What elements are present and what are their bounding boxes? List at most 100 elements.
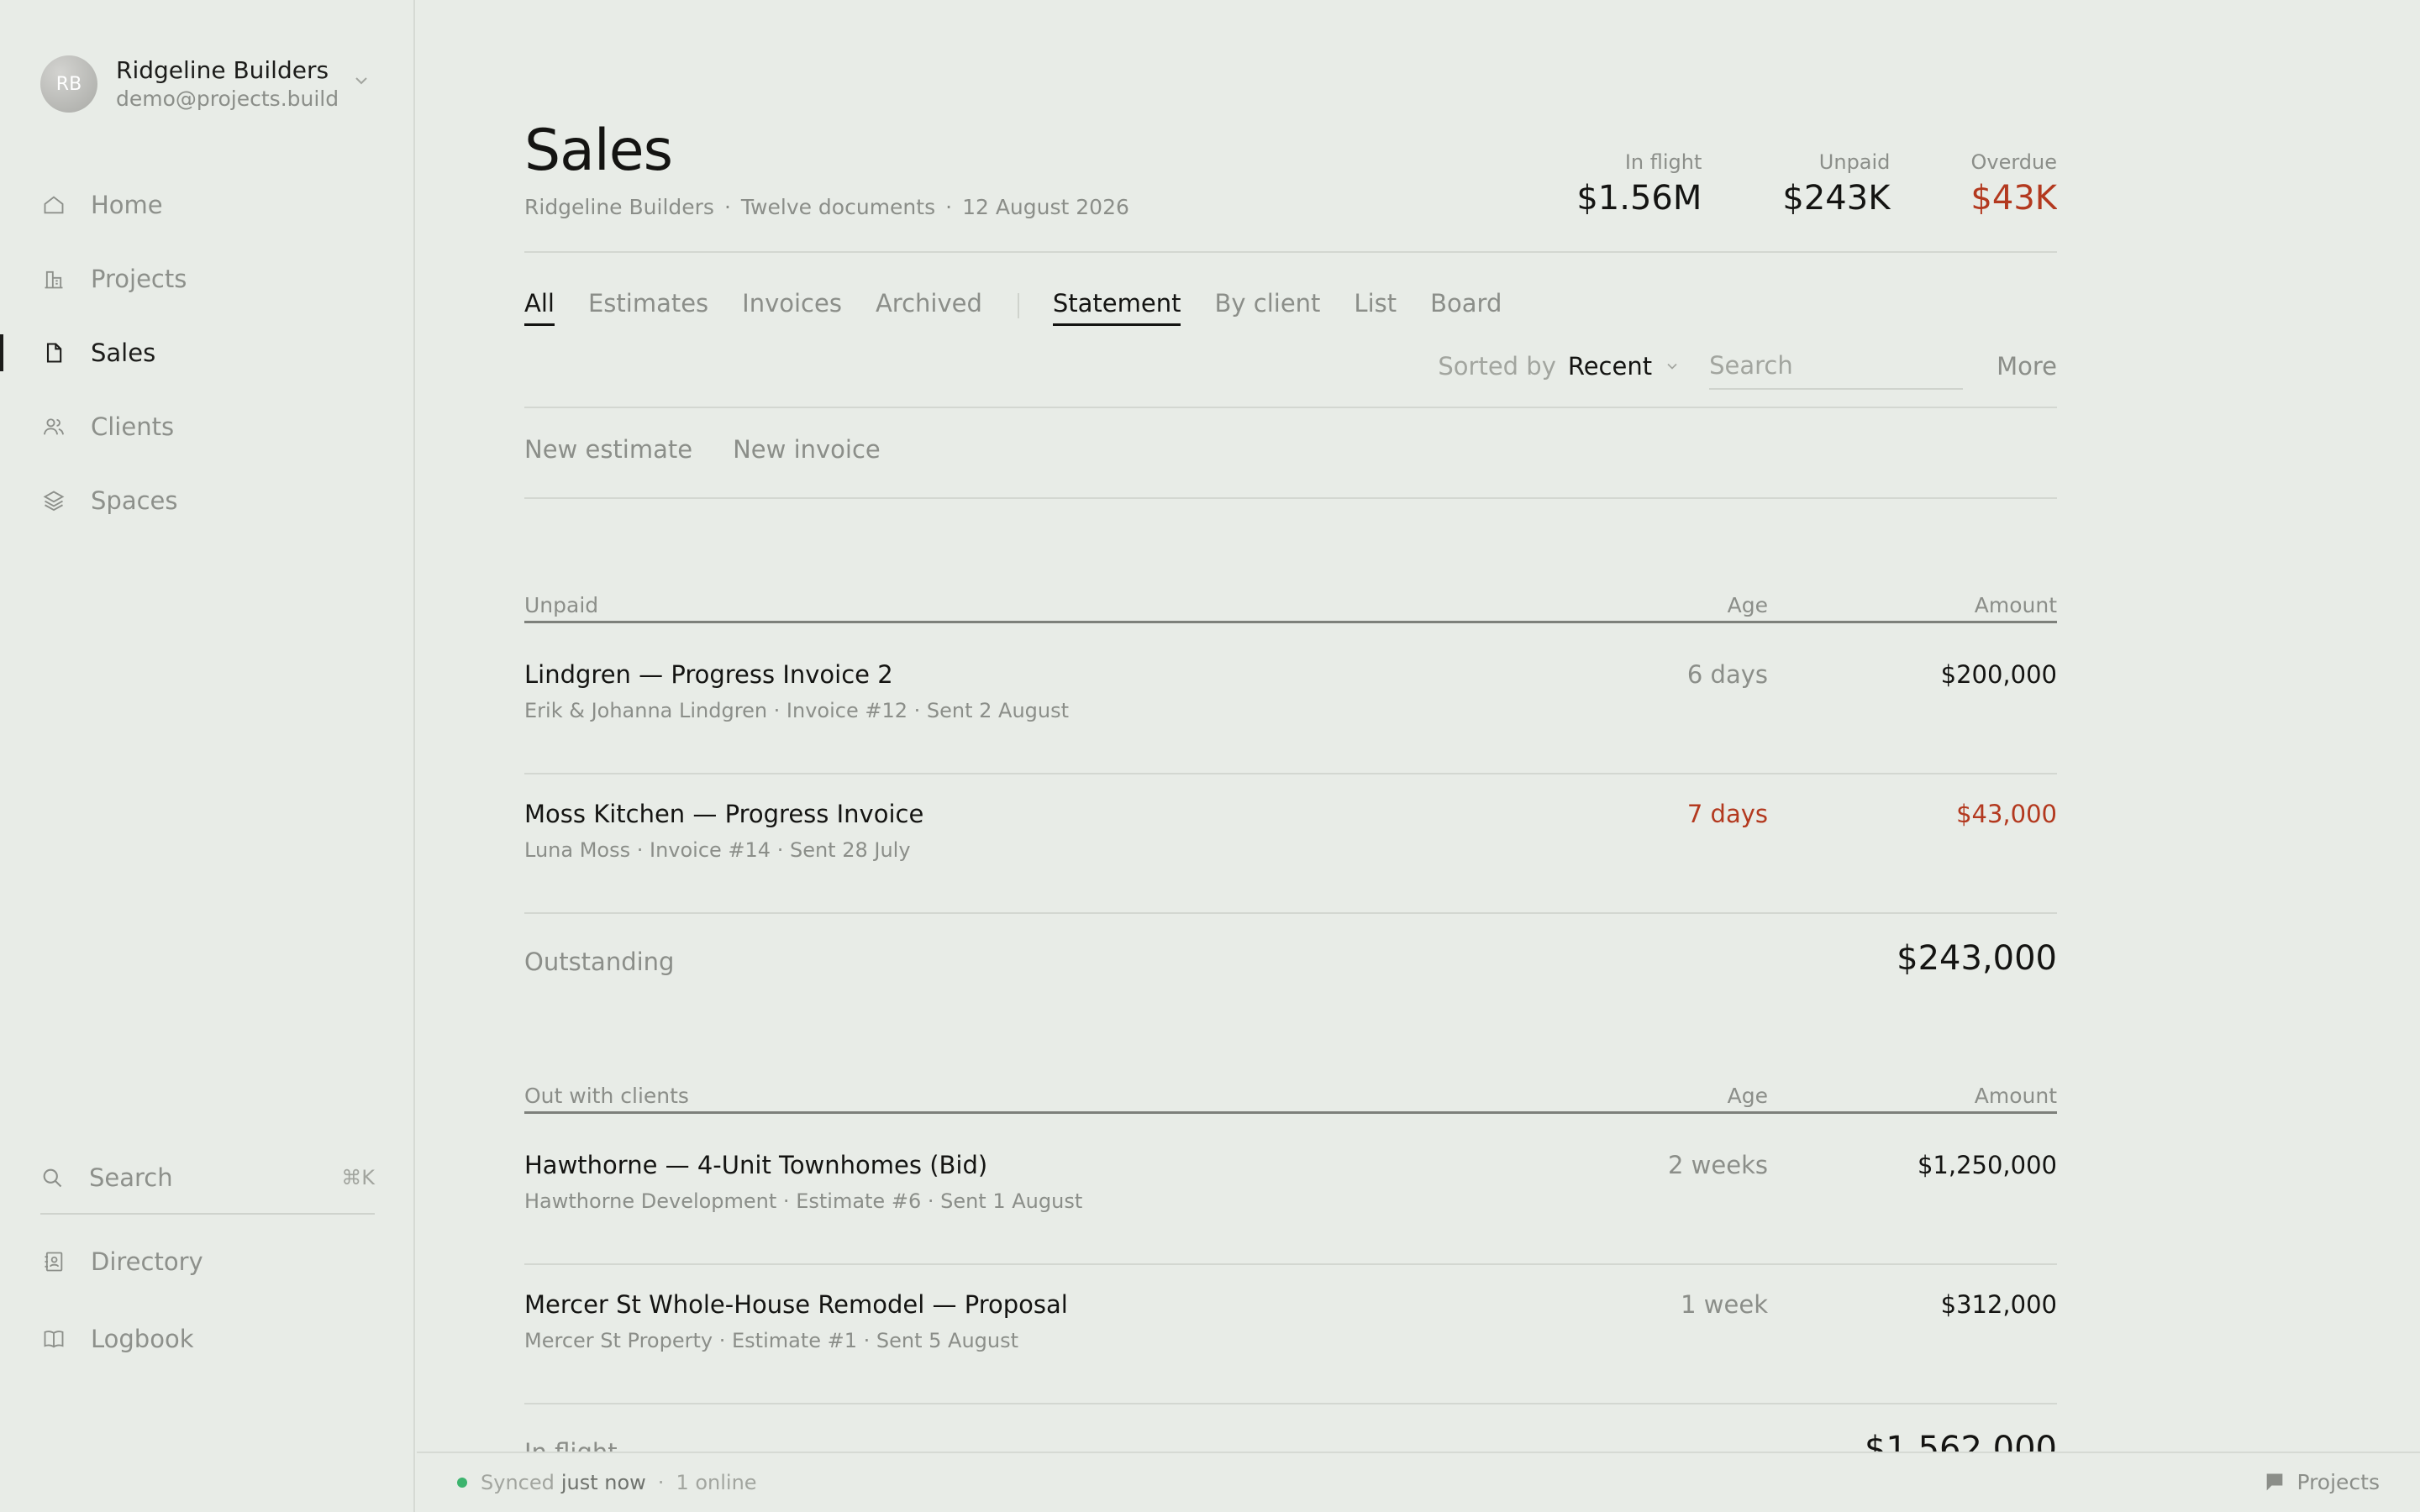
sidebar-item-home[interactable]: Home: [0, 168, 413, 242]
sidebar-item-spaces[interactable]: Spaces: [0, 464, 413, 538]
row-amount: $200,000: [1940, 660, 2057, 689]
tab-invoices[interactable]: Invoices: [742, 289, 842, 323]
sync-status-dot: [457, 1478, 467, 1488]
table-row[interactable]: Moss Kitchen — Progress Invoice Luna Mos…: [524, 774, 2057, 914]
row-age: 6 days: [1686, 660, 1768, 689]
sidebar-item-logbook[interactable]: Logbook: [0, 1300, 413, 1378]
search-icon: [43, 1168, 62, 1188]
tab-archived[interactable]: Archived: [876, 289, 982, 323]
sidebar-item-projects[interactable]: Projects: [0, 242, 413, 316]
sidebar-item-sales[interactable]: Sales: [0, 316, 413, 390]
row-amount-overdue: $43,000: [1956, 800, 2057, 828]
column-header-amount[interactable]: Amount: [1975, 593, 2057, 617]
stat-value: $43K: [1970, 179, 2057, 218]
users-icon: [43, 418, 65, 435]
sidebar-item-label: Sales: [91, 339, 156, 367]
tab-list[interactable]: List: [1354, 289, 1397, 323]
sidebar-item-label: Projects: [91, 265, 187, 293]
stat-in-flight: In flight $1.56M: [1576, 148, 1702, 220]
sidebar-item-label: Directory: [91, 1247, 203, 1276]
feedback-button[interactable]: Projects: [2263, 1470, 2380, 1494]
subtitle-company: Ridgeline Builders: [524, 195, 714, 219]
sort-select[interactable]: Recent: [1568, 352, 1652, 381]
buildings-icon: [45, 270, 63, 289]
page-title: Sales: [524, 118, 673, 184]
status-right-label: Projects: [2296, 1470, 2380, 1494]
row-title[interactable]: Mercer St Whole-House Remodel — Proposal: [524, 1290, 1068, 1319]
more-button[interactable]: More: [1996, 352, 2057, 381]
row-title[interactable]: Lindgren — Progress Invoice 2: [524, 660, 893, 689]
sidebar-item-directory[interactable]: Directory: [0, 1223, 413, 1300]
new-estimate-button[interactable]: New estimate: [524, 435, 692, 464]
subtitle-date: 12 August 2026: [962, 195, 1129, 219]
secondary-nav: Directory Logbook: [0, 1223, 413, 1378]
sync-label: Synced: [481, 1471, 555, 1494]
column-header-amount[interactable]: Amount: [1975, 1084, 2057, 1108]
sidebar-item-label: Home: [91, 191, 163, 219]
page-subtitle: Ridgeline Builders · Twelve documents · 12 A…: [524, 195, 1129, 219]
section-title: Unpaid: [524, 593, 599, 617]
layers-icon: [43, 491, 65, 512]
account-info: Ridgeline Builders demo@projects.build: [116, 55, 339, 113]
header-divider: [524, 251, 2057, 253]
row-title[interactable]: Hawthorne — 4-Unit Townhomes (Bid): [524, 1151, 987, 1179]
sidebar-search-label: Search: [89, 1163, 173, 1192]
row-amount: $1,250,000: [1917, 1151, 2057, 1179]
sidebar: RB Ridgeline Builders demo@projects.buil…: [0, 0, 415, 1512]
chevron-down-icon[interactable]: [351, 71, 371, 91]
tab-estimates[interactable]: Estimates: [588, 289, 708, 323]
subtitle-separator: ·: [945, 195, 953, 219]
row-age-overdue: 7 days: [1686, 800, 1768, 828]
column-header-age[interactable]: Age: [1728, 1084, 1768, 1108]
flag-icon: [2267, 1473, 2283, 1490]
total-label: In flight: [524, 1438, 618, 1452]
toolbar-divider: [524, 407, 2057, 408]
summary-stats: In flight $1.56M Unpaid $243K Overdue $4…: [1496, 148, 2057, 220]
action-bar: New estimate New invoice: [524, 435, 921, 464]
search-input[interactable]: [1709, 343, 1964, 390]
sidebar-item-clients[interactable]: Clients: [0, 390, 413, 464]
search-shortcut: ⌘K: [341, 1166, 375, 1189]
out-with-clients-section-header: Out with clients Age Amount: [524, 1084, 2057, 1114]
document-icon: [46, 343, 62, 363]
total-value: $1,562,000: [1864, 1430, 2057, 1452]
new-invoice-button[interactable]: New invoice: [733, 435, 881, 464]
home-icon: [44, 196, 64, 214]
column-header-age[interactable]: Age: [1728, 593, 1768, 617]
stat-label: In flight: [1624, 150, 1702, 174]
account-name: Ridgeline Builders: [116, 56, 329, 84]
avatar: RB: [40, 55, 97, 113]
total-label: Outstanding: [524, 948, 675, 976]
sidebar-item-label: Logbook: [91, 1325, 194, 1353]
stat-value: $1.56M: [1576, 179, 1702, 218]
stat-label: Unpaid: [1818, 150, 1891, 174]
row-subtitle: Luna Moss · Invoice #14 · Sent 28 July: [524, 838, 911, 862]
main-nav: Home Projects Sales Clients Spaces: [0, 168, 413, 538]
actions-divider: [524, 497, 2057, 499]
tab-statement[interactable]: Statement: [1052, 289, 1181, 326]
status-bar: Synced just now · 1 online Projects: [417, 1452, 2420, 1512]
row-age: 2 weeks: [1668, 1151, 1768, 1179]
sidebar-search[interactable]: Search ⌘K: [40, 1142, 375, 1215]
table-row[interactable]: Hawthorne — 4-Unit Townhomes (Bid) Hawth…: [524, 1126, 2057, 1265]
account-switcher[interactable]: RB Ridgeline Builders demo@projects.buil…: [40, 50, 376, 118]
status-separator: ·: [657, 1471, 665, 1494]
tab-all[interactable]: All: [524, 289, 555, 326]
stat-overdue: Overdue $43K: [1970, 148, 2057, 220]
tab-by-client[interactable]: By client: [1214, 289, 1320, 323]
row-title[interactable]: Moss Kitchen — Progress Invoice: [524, 800, 923, 828]
table-row[interactable]: Mercer St Whole-House Remodel — Proposal…: [524, 1265, 2057, 1404]
sidebar-item-label: Spaces: [91, 486, 178, 515]
stat-unpaid: Unpaid $243K: [1782, 148, 1890, 220]
tab-board[interactable]: Board: [1430, 289, 1502, 323]
sidebar-item-label: Clients: [91, 412, 175, 441]
tab-bar: All Estimates Invoices Archived Statemen…: [524, 286, 1535, 326]
subtitle-documents: Twelve documents: [740, 195, 936, 219]
section-title: Out with clients: [524, 1084, 689, 1108]
book-icon: [44, 1331, 64, 1348]
stat-value: $243K: [1782, 179, 1891, 218]
chevron-down-icon[interactable]: [1664, 358, 1681, 375]
table-row[interactable]: Lindgren — Progress Invoice 2 Erik & Joh…: [524, 635, 2057, 774]
row-amount: $312,000: [1940, 1290, 2057, 1319]
online-count: 1 online: [676, 1471, 757, 1494]
